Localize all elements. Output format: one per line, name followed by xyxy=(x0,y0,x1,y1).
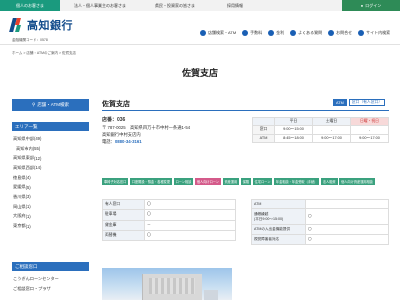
topnav-personal[interactable]: 個人のお客さま xyxy=(0,0,60,11)
store-number: 店番：036 xyxy=(102,117,126,123)
area-list: 高知県中部 (49) 高知市内 (55) 高知県東部 (12) 高知県西部 (14) 徳… xyxy=(12,134,89,231)
topnav-investors[interactable]: 県民・投資家の皆さま xyxy=(140,0,210,11)
branch-search-button[interactable]: ⚲ 店舗・ATM検索 xyxy=(12,99,89,111)
topnav-business[interactable]: 法人・個人事業主のお客さま xyxy=(60,0,140,11)
branch-name: 佐賀支店 xyxy=(102,101,130,108)
table-row: 視覚障害者対応〇 xyxy=(251,234,389,245)
question-icon xyxy=(290,30,297,36)
logo-mark-icon xyxy=(9,17,24,33)
hours-header-weekday: 平日 xyxy=(274,116,313,127)
consult-heading: ご相談窓口 xyxy=(12,262,89,271)
area-item[interactable]: 高知市内 (55) xyxy=(12,144,89,154)
service-badge: 住宅ローン xyxy=(252,178,273,185)
phone-link[interactable]: 0880-34-3161 xyxy=(115,139,142,144)
search-icon xyxy=(358,30,365,36)
service-badge: 年金相談・年金受取（手続） xyxy=(273,178,320,185)
table-row: ATM xyxy=(251,199,389,209)
tag-atm: ATM xyxy=(333,99,347,106)
atm-table: ATM 通帳繰越 (平日9:00～15:00) 〇 ATMの入出金機能提供〇 視覚… xyxy=(251,199,389,245)
area-item[interactable]: 愛媛県 (5) xyxy=(12,182,89,192)
table-row: 貸金庫－ xyxy=(102,219,236,231)
header-link-contact[interactable]: お問合せ xyxy=(328,30,352,36)
branch-info: 店番：036 〒 787-0025 高知県四万十市中村一条通1-54 高知銀行中… xyxy=(102,117,190,145)
service-badge: 個人向けローン xyxy=(194,178,221,185)
hours-header-holiday: 日曜・祝日 xyxy=(350,116,389,127)
service-badge: 資産運用 xyxy=(222,178,240,185)
header-link-rates[interactable]: 金利 xyxy=(268,30,284,36)
area-item[interactable]: 徳島県 (4) xyxy=(12,173,89,183)
logo-text: 高知銀行 xyxy=(27,20,73,32)
area-list-heading: エリア一覧 xyxy=(12,122,89,131)
bank-logo[interactable]: 高知銀行 xyxy=(9,17,73,33)
service-badge: 個人向け資産運用相談 xyxy=(339,178,375,185)
header-link-branch-search[interactable]: 店舗検索・ATM xyxy=(200,30,236,36)
mail-icon xyxy=(328,30,335,36)
consult-item[interactable]: ご相談窓口・プラザ xyxy=(12,284,89,294)
branch-tags: ATM 窓口（有人窓口） xyxy=(333,99,386,106)
table-row: 窓口 9:00～15:00 - - xyxy=(252,125,389,135)
service-badge: 口座開設・預金・各種変更 xyxy=(129,178,173,185)
service-badge: 法人融資 xyxy=(320,178,338,185)
service-badges: 車椅子対応窓口 口座開設・預金・各種変更 ローン相談 個人向けローン 資産運用 … xyxy=(102,178,389,185)
top-navigation: 個人のお客さま 法人・個人事業主のお客さま 県民・投資家の皆さま 採用情報 ● … xyxy=(0,0,400,11)
table-row: 通帳繰越 (平日9:00～15:00) 〇 xyxy=(251,208,389,225)
area-item[interactable]: 高知県西部 (14) xyxy=(12,163,89,173)
consult-list: こうぎんローンセンター ご相談窓口・プラザ xyxy=(12,274,89,294)
breadcrumb[interactable]: ホーム > 店舗・ATMのご案内 > 佐賀支店 xyxy=(12,51,76,56)
header-links: 店舗検索・ATM 手数料 金利 よくある質問 お問合せ サイト内検索 xyxy=(200,30,390,36)
page-title: 佐賀支店 xyxy=(181,68,218,78)
location-note: 高知銀行中村支店内 xyxy=(102,132,141,138)
header-link-fees[interactable]: 手数料 xyxy=(242,30,262,36)
area-item[interactable]: 東京都 (1) xyxy=(12,221,89,231)
area-item[interactable]: 高知県東部 (12) xyxy=(12,153,89,163)
facility-table: 有人窓口〇 駐車場〇 貸金庫－ 両替機〇 xyxy=(102,198,236,242)
tag-counter: 窓口（有人窓口） xyxy=(348,99,386,106)
phone: 電話：0880-34-3161 xyxy=(102,139,142,145)
table-row: 両替機〇 xyxy=(102,229,236,242)
address: 〒 787-0025 高知県四万十市中村一条通1-54 xyxy=(102,125,191,131)
service-badge: 保険 xyxy=(240,178,252,185)
login-button[interactable]: ● ログイン xyxy=(342,0,400,11)
table-row: ATMの入出金機能提供〇 xyxy=(251,224,389,235)
area-item[interactable]: 香川県 (3) xyxy=(12,192,89,202)
service-badge: ローン相談 xyxy=(173,178,194,185)
area-item[interactable]: 岡山県 (1) xyxy=(12,202,89,212)
divider xyxy=(102,110,389,111)
consult-item[interactable]: こうぎんローンセンター xyxy=(12,274,89,284)
percent-icon xyxy=(268,30,275,36)
header-link-site-search[interactable]: サイト内検索 xyxy=(358,30,390,36)
search-icon: ⚲ xyxy=(32,102,36,107)
topnav-recruit[interactable]: 採用情報 xyxy=(210,0,260,11)
table-row: 駐車場〇 xyxy=(102,209,236,221)
header-link-faq[interactable]: よくある質問 xyxy=(290,30,322,36)
map-pin-icon xyxy=(200,30,206,36)
yen-icon xyxy=(242,30,249,36)
business-hours-table: 平日 土曜日 日曜・祝日 窓口 9:00～15:00 - - ATM 8:45～… xyxy=(252,116,389,143)
area-item[interactable]: 高知県中部 (49) xyxy=(12,134,89,144)
hours-header-saturday: 土曜日 xyxy=(312,116,351,127)
table-row: ATM 8:45～18:00 9:00～17:00 9:00～17:00 xyxy=(252,133,389,143)
lock-icon: ● xyxy=(360,3,364,8)
login-label: ログイン xyxy=(365,2,382,8)
site-header: 高知銀行 金融機関コード：0578 店舗検索・ATM 手数料 金利 よくある質問… xyxy=(0,11,400,45)
table-row: 有人窓口〇 xyxy=(102,198,236,211)
bank-code: 金融機関コード：0578 xyxy=(12,38,48,42)
service-badge: 車椅子対応窓口 xyxy=(102,178,129,185)
area-item[interactable]: 大阪府 (1) xyxy=(12,212,89,222)
map-thumbnail xyxy=(204,290,218,300)
